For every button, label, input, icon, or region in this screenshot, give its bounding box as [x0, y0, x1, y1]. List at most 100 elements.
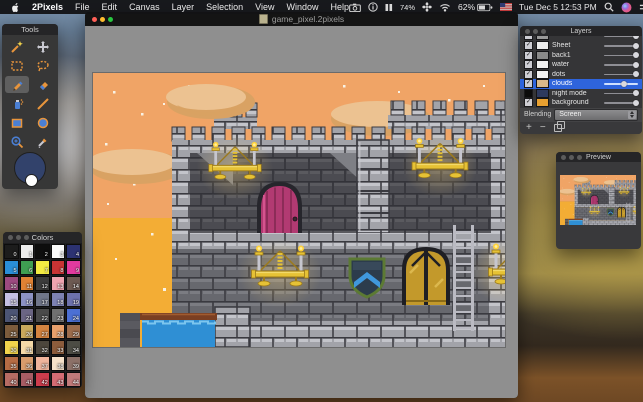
color-swatch-42[interactable]: 42 — [35, 372, 50, 387]
add-layer-button[interactable]: + — [526, 122, 532, 133]
notification-center-icon[interactable] — [639, 3, 643, 12]
canvas-workspace[interactable] — [85, 26, 518, 398]
layer-opacity-slider[interactable] — [604, 90, 639, 97]
color-swatch-23[interactable]: 23 — [50, 308, 66, 323]
siri-icon[interactable] — [621, 2, 632, 13]
color-swatch-30[interactable]: 30 — [4, 340, 19, 355]
color-swatch-40[interactable]: 40 — [4, 372, 19, 387]
secondary-color-well[interactable] — [25, 174, 38, 187]
info-menu-icon[interactable] — [368, 2, 378, 12]
menu-view[interactable]: View — [255, 2, 274, 12]
color-swatch-25[interactable]: 25 — [4, 324, 19, 339]
color-swatch-44[interactable]: 44 — [66, 372, 81, 387]
color-swatch-24[interactable]: 24 — [66, 308, 81, 323]
color-swatch-4[interactable]: 4 — [66, 244, 81, 259]
color-swatch-8[interactable]: 8 — [50, 260, 66, 275]
color-swatch-41[interactable]: 41 — [19, 372, 35, 387]
color-swatch-16[interactable]: 16 — [19, 292, 35, 307]
layer-row-back1[interactable]: ✓ back1 — [520, 50, 642, 61]
layer-row-background[interactable]: ✓ background — [520, 98, 642, 108]
color-swatch-26[interactable]: 26 — [19, 324, 35, 339]
color-swatch-32[interactable]: 32 — [35, 340, 50, 355]
color-swatch-39[interactable]: 39 — [66, 356, 81, 371]
duplicate-layer-button[interactable] — [553, 121, 565, 132]
menu-edit[interactable]: Edit — [102, 2, 118, 12]
color-swatch-43[interactable]: 43 — [50, 372, 66, 387]
color-swatch-5[interactable]: 5 — [4, 260, 19, 275]
tools-titlebar[interactable]: Tools — [2, 24, 58, 35]
color-swatch-19[interactable]: 19 — [66, 292, 81, 307]
color-swatch-33[interactable]: 33 — [50, 340, 66, 355]
color-swatch-27[interactable]: 27 — [35, 324, 50, 339]
layer-opacity-slider[interactable] — [604, 52, 639, 59]
layer-visibility-checkbox[interactable]: ✓ — [524, 41, 533, 51]
colors-titlebar[interactable]: Colors — [3, 232, 82, 243]
cpu-percent[interactable]: 74% — [400, 3, 415, 12]
canvas-window-titlebar[interactable]: game_pixel.2pixels — [85, 12, 518, 26]
color-swatch-9[interactable]: 9 — [66, 260, 81, 275]
layer-opacity-slider[interactable] — [604, 61, 639, 68]
tool-eyedropper[interactable] — [31, 133, 55, 150]
tool-select-rect[interactable] — [5, 57, 29, 74]
preview-titlebar[interactable]: Preview — [556, 152, 641, 162]
layer-opacity-slider[interactable] — [604, 36, 639, 39]
tool-magic-wand[interactable] — [5, 38, 29, 55]
menu-help[interactable]: Help — [331, 2, 350, 12]
menu-clock[interactable]: Tue Dec 5 12:53 PM — [519, 2, 597, 12]
layer-opacity-slider[interactable] — [604, 99, 639, 106]
input-flag-icon[interactable] — [500, 3, 513, 11]
layer-visibility-checkbox[interactable]: ✓ — [524, 60, 533, 70]
color-swatch-11[interactable]: 11 — [19, 276, 35, 291]
tool-line[interactable] — [31, 95, 55, 112]
tool-zoom[interactable] — [5, 133, 29, 150]
tool-spray[interactable] — [5, 95, 29, 112]
layer-row-dots[interactable]: ✓ dots — [520, 69, 642, 80]
blending-select[interactable]: Screen — [554, 108, 638, 121]
layer-visibility-checkbox[interactable]: ✓ — [524, 36, 533, 40]
color-swatch-36[interactable]: 36 — [19, 356, 35, 371]
remove-layer-button[interactable]: − — [540, 122, 546, 133]
color-swatch-35[interactable]: 35 — [4, 356, 19, 371]
color-swatch-17[interactable]: 17 — [35, 292, 50, 307]
menu-file[interactable]: File — [75, 2, 90, 12]
close-button[interactable] — [92, 16, 97, 22]
menu-canvas[interactable]: Canvas — [129, 2, 160, 12]
tool-move[interactable] — [31, 38, 55, 55]
tool-eraser[interactable] — [31, 76, 55, 93]
layer-visibility-checkbox[interactable]: ✓ — [524, 50, 533, 60]
layer-row-night mode[interactable]: night mode — [520, 88, 642, 99]
color-swatch-38[interactable]: 38 — [50, 356, 66, 371]
color-swatch-20[interactable]: 20 — [4, 308, 19, 323]
color-swatch-22[interactable]: 22 — [35, 308, 50, 323]
spotlight-icon[interactable] — [604, 2, 614, 12]
layers-titlebar[interactable]: Layers — [520, 26, 642, 36]
color-swatch-1[interactable]: 1 — [19, 244, 35, 259]
layer-row-water[interactable]: ✓ water — [520, 60, 642, 70]
menu-layer[interactable]: Layer — [172, 2, 195, 12]
menu-selection[interactable]: Selection — [206, 2, 243, 12]
tool-rect-shape[interactable] — [5, 114, 29, 131]
color-swatch-10[interactable]: 10 — [4, 276, 19, 291]
apple-menu-icon[interactable] — [10, 2, 20, 13]
layer-visibility-checkbox[interactable] — [524, 88, 533, 98]
layer-opacity-slider[interactable] — [604, 71, 639, 78]
screenshot-icon[interactable] — [349, 3, 361, 12]
layer-visibility-checkbox[interactable]: ✓ — [524, 79, 533, 89]
minimize-button[interactable] — [100, 16, 105, 22]
color-swatch-13[interactable]: 13 — [50, 276, 66, 291]
fan-icon[interactable] — [422, 2, 432, 12]
color-swatch-21[interactable]: 21 — [19, 308, 35, 323]
color-swatch-0[interactable]: 0 — [4, 244, 19, 259]
zoom-button[interactable] — [108, 16, 113, 22]
color-swatch-37[interactable]: 37 — [35, 356, 50, 371]
wifi-icon[interactable] — [439, 3, 451, 12]
layer-visibility-checkbox[interactable]: ✓ — [524, 98, 533, 108]
menu-window[interactable]: Window — [286, 2, 318, 12]
tool-select-lasso[interactable] — [31, 57, 55, 74]
color-swatch-6[interactable]: 6 — [19, 260, 35, 275]
canvas-artwork[interactable] — [93, 73, 505, 347]
layer-row-Sheet[interactable]: ✓ Sheet — [520, 41, 642, 51]
color-swatch-31[interactable]: 31 — [19, 340, 35, 355]
color-swatch-2[interactable]: 2 — [35, 244, 50, 259]
app-menu-name[interactable]: 2Pixels — [32, 2, 63, 12]
